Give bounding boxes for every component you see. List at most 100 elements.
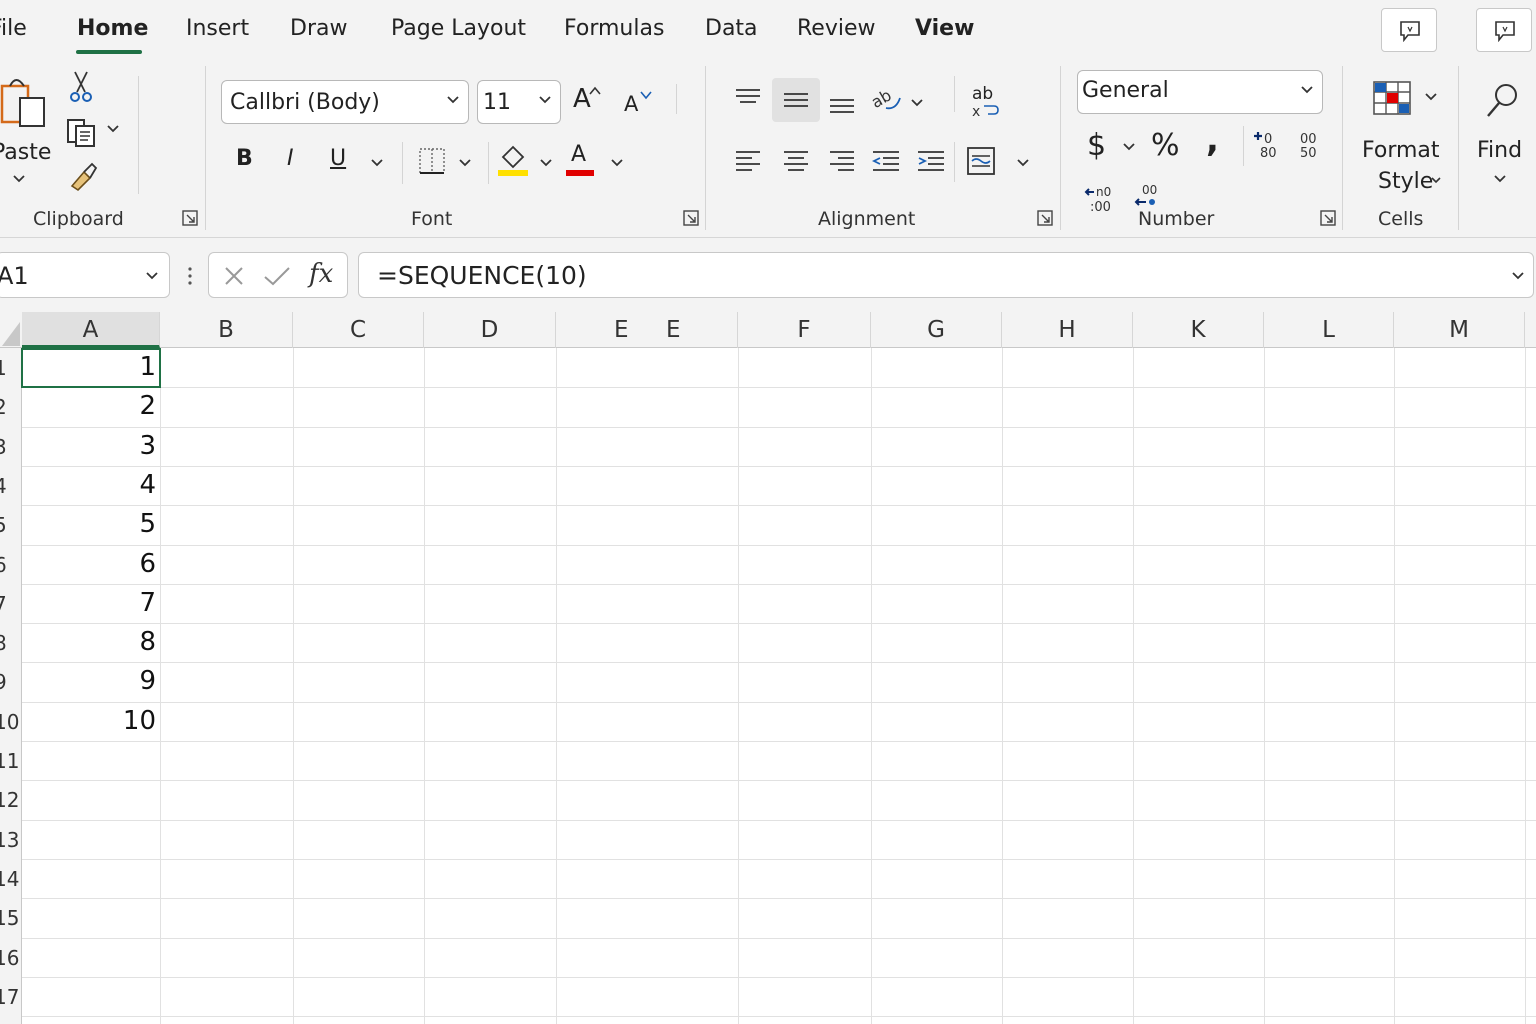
row-header[interactable]: 5	[0, 513, 16, 537]
format-cells-icon[interactable]	[1372, 80, 1412, 116]
insert-function-button[interactable]: fx	[309, 259, 333, 289]
align-left-icon[interactable]	[734, 148, 762, 174]
find-label[interactable]: Find	[1477, 138, 1522, 163]
chevron-down-icon[interactable]	[370, 158, 384, 168]
comma-style-button[interactable]: ,	[1206, 120, 1219, 160]
font-size-select[interactable]: 11	[477, 80, 561, 124]
tab-page-layout[interactable]: Page Layout	[391, 16, 526, 41]
column-header[interactable]: B	[160, 312, 293, 348]
row-header[interactable]: 12	[0, 788, 19, 812]
active-cell-selection[interactable]	[21, 348, 161, 388]
align-right-icon[interactable]	[828, 148, 856, 174]
column-header[interactable]: G	[871, 312, 1002, 348]
increase-decimal-icon[interactable]: 0 80	[1252, 130, 1282, 160]
row-header[interactable]: 7	[0, 592, 16, 616]
dialog-launcher-icon[interactable]	[683, 210, 699, 226]
chevron-down-icon[interactable]	[1424, 92, 1438, 102]
shift-decimal-icon[interactable]: 00	[1134, 182, 1164, 210]
cell-a6[interactable]: 6	[22, 549, 156, 579]
format-painter-icon[interactable]	[66, 160, 98, 192]
wrap-text-button[interactable]: ab	[972, 84, 993, 104]
tab-data[interactable]: Data	[705, 16, 758, 41]
dialog-launcher-icon[interactable]	[1320, 210, 1336, 226]
cell-a5[interactable]: 5	[22, 509, 156, 539]
column-header[interactable]: K	[1133, 312, 1264, 348]
more-options-icon[interactable]	[186, 266, 194, 286]
underline-button[interactable]: U	[330, 146, 346, 171]
cell-a8[interactable]: 8	[22, 627, 156, 657]
font-name-select[interactable]: Callbri (Body)	[221, 80, 469, 124]
number-format-select[interactable]: General	[1077, 70, 1323, 114]
increase-indent-icon[interactable]	[916, 148, 946, 174]
decimal-format-icon[interactable]: 00 50	[1296, 130, 1322, 160]
enter-check-icon[interactable]	[263, 265, 291, 287]
row-header[interactable]: 8	[0, 631, 16, 655]
borders-icon[interactable]	[417, 146, 447, 176]
row-header[interactable]: 11	[0, 749, 19, 773]
tab-draw[interactable]: Draw	[290, 16, 347, 41]
chevron-down-icon[interactable]	[458, 158, 472, 168]
column-header-merged[interactable]: E E	[556, 312, 738, 348]
select-all-corner[interactable]	[0, 312, 22, 348]
bottom-align-icon[interactable]	[828, 94, 856, 116]
worksheet-grid[interactable]: A B C D E E F G H K L M 1 2 3 4 5 6 7 8 9 10 1234…	[0, 312, 1536, 1024]
tab-home[interactable]: Home	[77, 16, 148, 41]
row-header[interactable]: 6	[0, 553, 16, 577]
style-label[interactable]: Style	[1378, 169, 1433, 194]
cell-a9[interactable]: 9	[22, 666, 156, 696]
row-header[interactable]: 13	[0, 828, 19, 852]
row-header[interactable]: 17	[0, 985, 19, 1009]
formula-input[interactable]: =SEQUENCE(10)	[358, 252, 1534, 298]
comments-button[interactable]	[1381, 8, 1437, 52]
tab-view[interactable]: View	[915, 16, 974, 41]
copy-icon[interactable]	[66, 116, 98, 148]
chevron-down-icon[interactable]	[539, 158, 553, 168]
font-color-button[interactable]: A	[571, 142, 586, 167]
chevron-down-icon[interactable]	[1511, 271, 1525, 281]
fill-color-icon[interactable]	[497, 144, 529, 178]
column-header[interactable]: A	[22, 312, 160, 348]
tab-insert[interactable]: Insert	[186, 16, 249, 41]
merge-center-icon[interactable]	[966, 146, 996, 176]
row-header[interactable]: 2	[0, 395, 16, 419]
row-header[interactable]: 9	[0, 670, 16, 694]
column-header[interactable]: H	[1002, 312, 1133, 348]
column-header[interactable]: C	[293, 312, 424, 348]
column-header[interactable]: F	[738, 312, 871, 348]
percent-button[interactable]: %	[1151, 128, 1180, 163]
chevron-down-icon[interactable]	[1122, 142, 1136, 152]
top-align-icon[interactable]	[734, 86, 762, 108]
paste-icon[interactable]	[0, 76, 50, 130]
decrease-decimal-icon[interactable]: n0 :00	[1084, 184, 1118, 214]
chevron-down-icon[interactable]	[12, 174, 26, 184]
cancel-icon[interactable]	[223, 265, 245, 287]
cut-icon[interactable]	[68, 70, 94, 104]
align-center-icon[interactable]	[782, 148, 810, 174]
cell-a2[interactable]: 2	[22, 391, 156, 421]
chevron-down-icon[interactable]	[610, 158, 624, 168]
tab-file[interactable]: File	[0, 16, 27, 41]
chevron-down-icon[interactable]	[1493, 174, 1507, 184]
cell-a7[interactable]: 7	[22, 588, 156, 618]
cell-a10[interactable]: 10	[22, 706, 156, 736]
currency-button[interactable]: $	[1087, 128, 1106, 163]
dialog-launcher-icon[interactable]	[1037, 210, 1053, 226]
shrink-font-button[interactable]: A	[624, 92, 638, 116]
cell-a4[interactable]: 4	[22, 470, 156, 500]
italic-button[interactable]: I	[287, 146, 294, 171]
name-box[interactable]: A1	[0, 252, 170, 298]
row-header[interactable]: 14	[0, 867, 19, 891]
search-icon[interactable]	[1484, 82, 1520, 120]
row-header[interactable]: 4	[0, 474, 16, 498]
chevron-down-icon[interactable]	[1430, 176, 1442, 186]
chevron-down-icon[interactable]	[910, 98, 924, 108]
row-header[interactable]: 1	[0, 356, 16, 380]
chevron-down-icon[interactable]	[106, 124, 120, 134]
row-header[interactable]: 15	[0, 906, 19, 930]
bold-button[interactable]: B	[236, 146, 253, 171]
paste-label[interactable]: Paste	[0, 140, 51, 165]
tab-formulas[interactable]: Formulas	[564, 16, 664, 41]
orientation-icon[interactable]: ab	[870, 84, 904, 114]
chevron-down-icon[interactable]	[1016, 158, 1030, 168]
column-header[interactable]: M	[1394, 312, 1525, 348]
